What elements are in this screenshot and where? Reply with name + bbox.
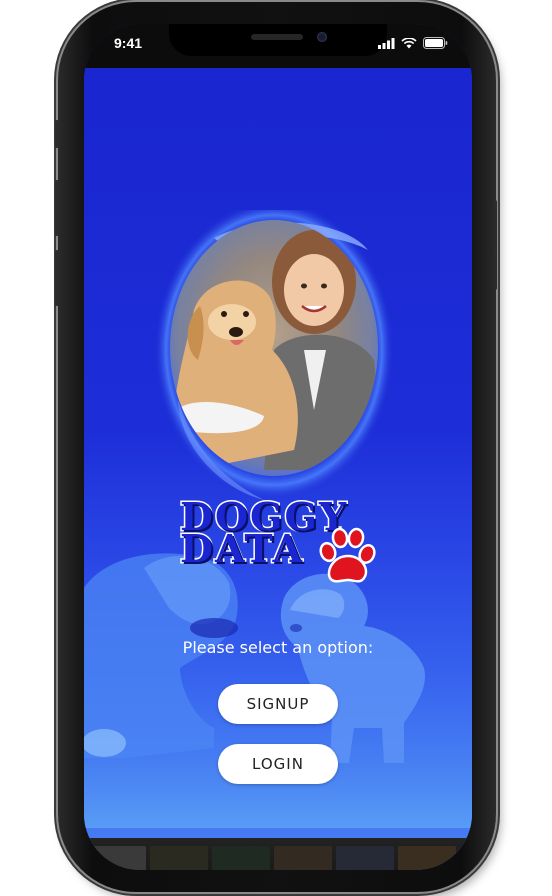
battery-icon bbox=[423, 37, 448, 49]
speaker-grille bbox=[251, 34, 303, 40]
logo-line-data: DATA bbox=[178, 526, 305, 571]
screen: 9:41 DOGGY DATA Please select an option:… bbox=[84, 24, 472, 870]
girl-with-dog-portrait bbox=[154, 210, 394, 500]
app-background: DOGGY DATA Please select an option: SIGN… bbox=[84, 68, 472, 870]
front-camera bbox=[317, 32, 327, 42]
volume-up-button bbox=[55, 180, 59, 236]
login-button[interactable]: LOGIN bbox=[218, 744, 338, 784]
signal-icon bbox=[378, 37, 395, 49]
wifi-icon bbox=[401, 37, 417, 48]
status-time: 9:41 bbox=[114, 35, 143, 51]
poster-thumbnail bbox=[398, 846, 456, 870]
poster-thumbnail bbox=[150, 846, 208, 870]
notch bbox=[169, 24, 387, 56]
volume-down-button bbox=[55, 250, 59, 306]
bottom-poster-strip bbox=[84, 838, 472, 870]
doggy-data-logo: DOGGY DATA bbox=[176, 496, 386, 594]
mute-switch bbox=[55, 120, 59, 148]
poster-thumbnail bbox=[88, 846, 146, 870]
paw-icon bbox=[319, 527, 376, 583]
signup-button[interactable]: SIGNUP bbox=[218, 684, 338, 724]
poster-thumbnail bbox=[274, 846, 332, 870]
poster-thumbnail bbox=[212, 846, 270, 870]
status-bar: 9:41 bbox=[84, 24, 472, 68]
poster-thumbnail bbox=[336, 846, 394, 870]
select-option-prompt: Please select an option: bbox=[182, 638, 374, 657]
status-icons bbox=[378, 37, 448, 49]
power-button bbox=[493, 200, 497, 290]
